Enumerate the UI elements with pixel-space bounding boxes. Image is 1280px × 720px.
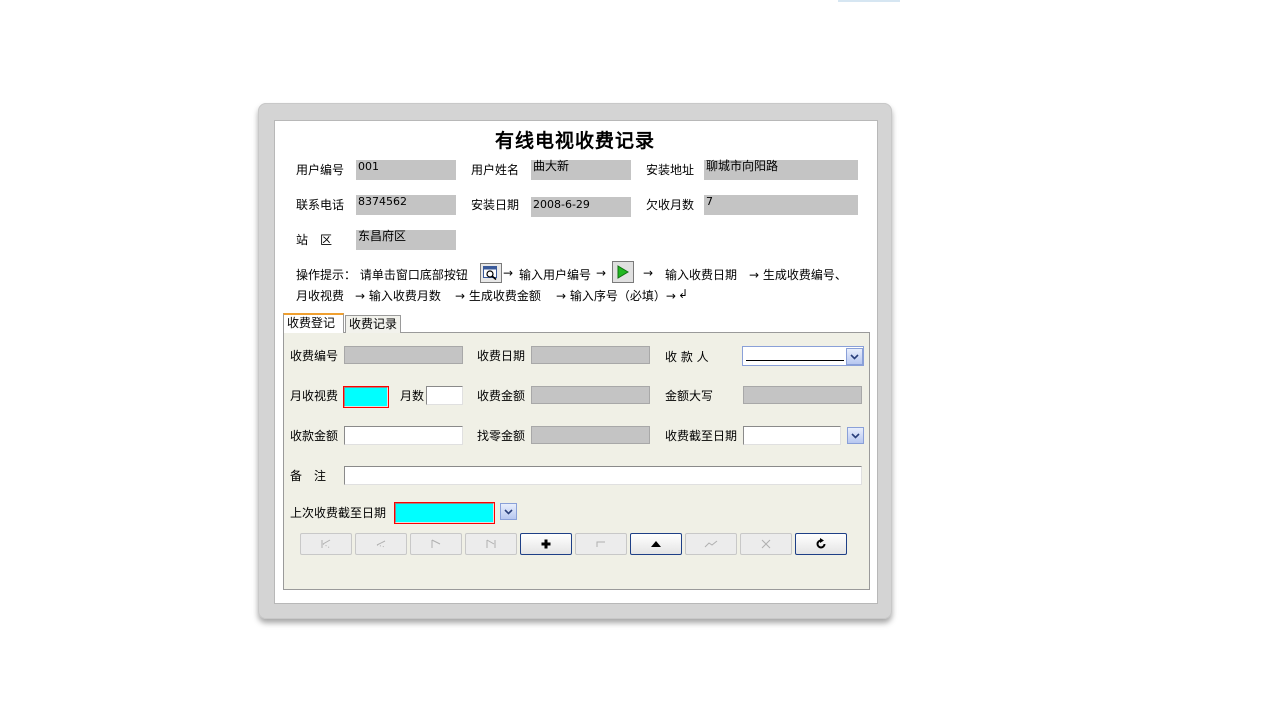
amount-caps-field [743,386,862,404]
collector-label: 收 款 人 [665,350,709,364]
magnifier-window-icon [480,263,502,283]
address-value: 聊城市向阳路 [704,160,858,180]
paid-until-label: 收费截至日期 [665,429,738,443]
phone-label: 联系电话 [296,198,345,212]
undo-record-button[interactable] [685,533,737,555]
previous-record-icon [376,540,386,548]
owed-months-label: 欠收月数 [646,198,695,212]
paid-until-dropdown-button[interactable] [847,427,864,444]
hint-arrow-2: → [596,266,607,280]
enter-key-icon: ↲ [678,287,689,301]
fee-no-label: 收费编号 [290,349,339,363]
green-play-icon [612,261,634,283]
hint-prefix: 操作提示： 请单击窗口底部按钮 [296,268,468,282]
hint-monthly-fee: 月收视费 [296,289,345,303]
hint-enter-months: → 输入收费月数 [355,289,441,303]
delete-icon [761,539,771,549]
amount-label: 收费金额 [477,389,526,403]
months-label: 月数 [400,389,425,403]
edit-icon [596,541,605,547]
delete-record-button[interactable] [740,533,792,555]
first-record-icon [321,539,331,549]
remark-label: 备 注 [290,469,327,483]
hint-generate-amount: → 生成收费金额 [455,289,541,303]
save-record-button[interactable] [630,533,682,555]
chevron-down-icon [850,353,859,360]
hint-enter-user-id: 输入用户编号 [519,268,592,282]
last-record-icon [486,539,496,548]
edit-record-button[interactable] [575,533,627,555]
remark-input[interactable] [344,466,862,485]
plus-icon [541,539,551,549]
amount-caps-label: 金额大写 [665,389,714,403]
owed-months-value: 7 [704,195,858,215]
tab-fee-records[interactable]: 收费记录 [345,315,401,333]
previous-record-button[interactable] [355,533,407,555]
address-label: 安装地址 [646,163,695,177]
change-field [531,426,650,444]
undo-icon [704,540,718,548]
first-record-button[interactable] [300,533,352,555]
user-name-value: 曲大新 [531,160,631,180]
received-input[interactable] [344,426,463,445]
chevron-down-icon [851,432,860,439]
add-record-button[interactable] [520,533,572,555]
user-id-label: 用户编号 [296,163,345,177]
next-record-button[interactable] [410,533,462,555]
station-value: 东昌府区 [356,230,456,250]
phone-value: 8374562 [356,195,456,215]
hint-arrow-1: → [503,266,514,280]
monthly-fee-input[interactable] [343,386,389,408]
paid-until-input[interactable] [743,426,841,445]
collector-select-underline [746,360,844,361]
refresh-button[interactable] [795,533,847,555]
last-record-button[interactable] [465,533,517,555]
hint-enter-serial: → 输入序号（必填）→ [556,289,676,303]
change-label: 找零金额 [477,429,526,443]
hint-generate-fee-no: → 生成收费编号、 [749,268,847,282]
fee-date-label: 收费日期 [477,349,526,363]
last-paid-until-dropdown-button[interactable] [500,503,517,520]
months-input[interactable] [426,386,463,405]
top-edge-line [838,0,900,2]
next-record-icon [431,539,441,548]
tab-fee-entry[interactable]: 收费登记 [283,313,344,333]
collector-dropdown-button[interactable] [846,348,863,365]
last-paid-until-input[interactable] [394,502,495,524]
user-name-label: 用户姓名 [471,163,520,177]
monthly-fee-label: 月收视费 [290,389,339,403]
page-title: 有线电视收费记录 [494,130,655,152]
amount-field [531,386,650,404]
install-date-value: 2008-6-29 [531,197,631,217]
received-label: 收款金额 [290,429,339,443]
last-paid-until-label: 上次收费截至日期 [290,506,387,520]
user-id-value: 001 [356,160,456,180]
refresh-icon [816,538,826,549]
station-label: 站 区 [296,233,333,247]
fee-date-field [531,346,650,364]
up-triangle-icon [651,541,661,547]
install-date-label: 安装日期 [471,198,520,212]
hint-arrow-3: → [643,266,654,280]
fee-no-field [344,346,463,364]
chevron-down-icon [504,508,513,515]
hint-enter-fee-date: 输入收费日期 [665,268,738,282]
